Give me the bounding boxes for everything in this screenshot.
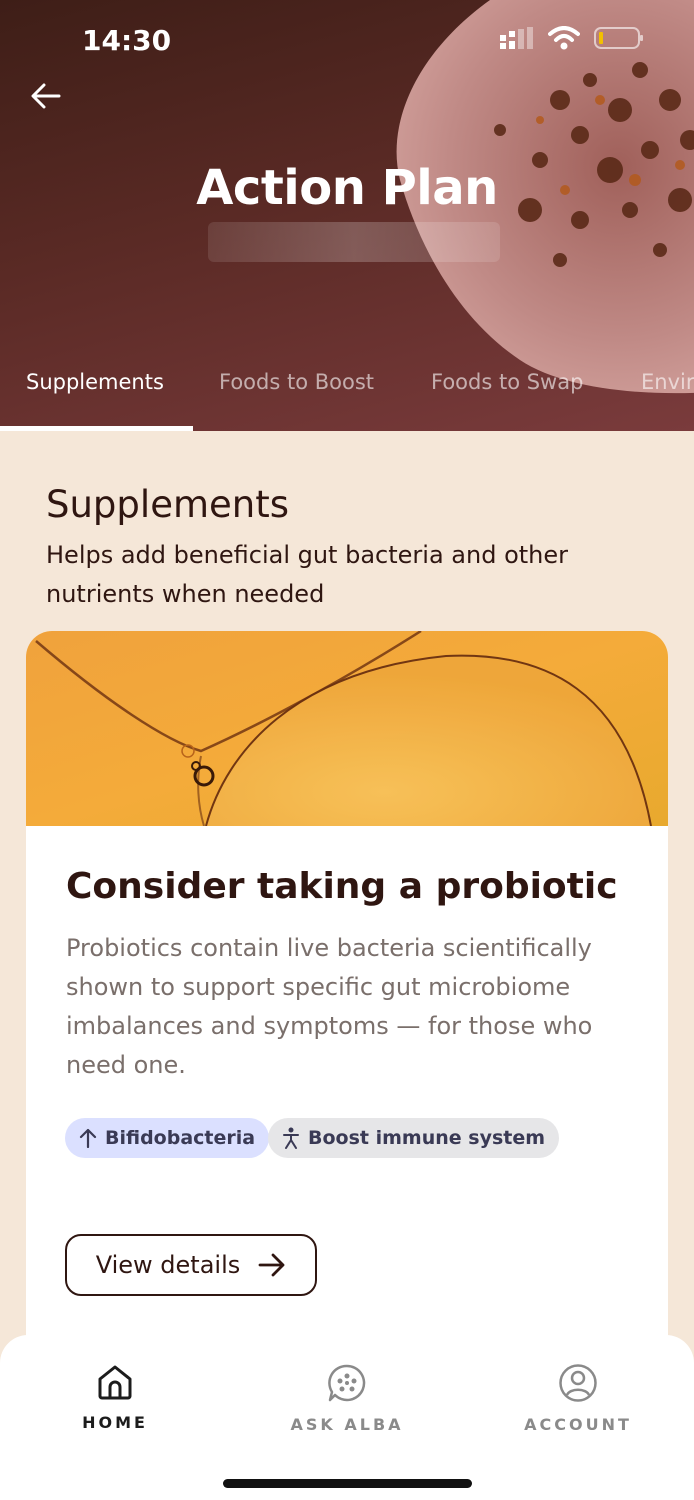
tag-boost-immune-system: Boost immune system (268, 1118, 560, 1158)
status-time: 14:30 (82, 24, 172, 57)
tab-foods-to-boost[interactable]: Foods to Boost (219, 370, 374, 394)
view-details-label: View details (95, 1251, 241, 1279)
wifi-icon (548, 26, 580, 50)
nav-ask-alba-label: ASK ALBA (290, 1415, 404, 1434)
back-button[interactable] (24, 76, 68, 116)
bottom-navigation: HOME ASK ALBA ACCOUNT (0, 1335, 694, 1500)
arrow-up-icon (79, 1128, 97, 1148)
status-icons (500, 26, 644, 50)
home-indicator (223, 1479, 472, 1488)
user-icon (559, 1364, 597, 1402)
blurred-subtitle (208, 222, 500, 262)
active-tab-indicator (0, 426, 193, 431)
nav-account-label: ACCOUNT (524, 1415, 632, 1434)
card-description: Probiotics contain live bacteria scienti… (66, 934, 593, 1079)
chat-icon (328, 1364, 366, 1402)
section-description: Helps add beneficial gut bacteria and ot… (46, 541, 568, 608)
hero-header: 14:30 Action Plan Supplements Foods to B… (0, 0, 694, 431)
card-oil-drops-image (26, 631, 668, 826)
battery-icon (594, 27, 643, 49)
home-icon (98, 1365, 132, 1400)
page-title: Action Plan (196, 160, 498, 216)
view-details-button[interactable]: View details (65, 1234, 317, 1296)
tag-label: Bifidobacteria (105, 1127, 256, 1149)
nav-account[interactable]: ACCOUNT (498, 1363, 658, 1434)
arrow-left-icon (31, 83, 61, 109)
tab-bar: Supplements Foods to Boost Foods to Swap… (0, 360, 694, 431)
nav-home[interactable]: HOME (35, 1363, 195, 1432)
status-bar: 14:30 (0, 0, 694, 80)
tag-label: Boost immune system (308, 1127, 546, 1149)
tab-foods-to-swap[interactable]: Foods to Swap (431, 370, 583, 394)
signal-icon (500, 27, 533, 49)
nav-ask-alba[interactable]: ASK ALBA (267, 1363, 427, 1434)
section-title: Supplements (46, 483, 289, 526)
tag-bifidobacteria: Bifidobacteria (65, 1118, 270, 1158)
tab-supplements[interactable]: Supplements (26, 370, 164, 394)
tab-environment[interactable]: Envir (641, 370, 694, 394)
card-title: Consider taking a probiotic (66, 866, 618, 907)
arrow-right-icon (258, 1253, 285, 1277)
supplement-card: Consider taking a probiotic Probiotics c… (26, 631, 668, 1351)
nav-home-label: HOME (82, 1413, 148, 1432)
person-icon (283, 1127, 299, 1149)
